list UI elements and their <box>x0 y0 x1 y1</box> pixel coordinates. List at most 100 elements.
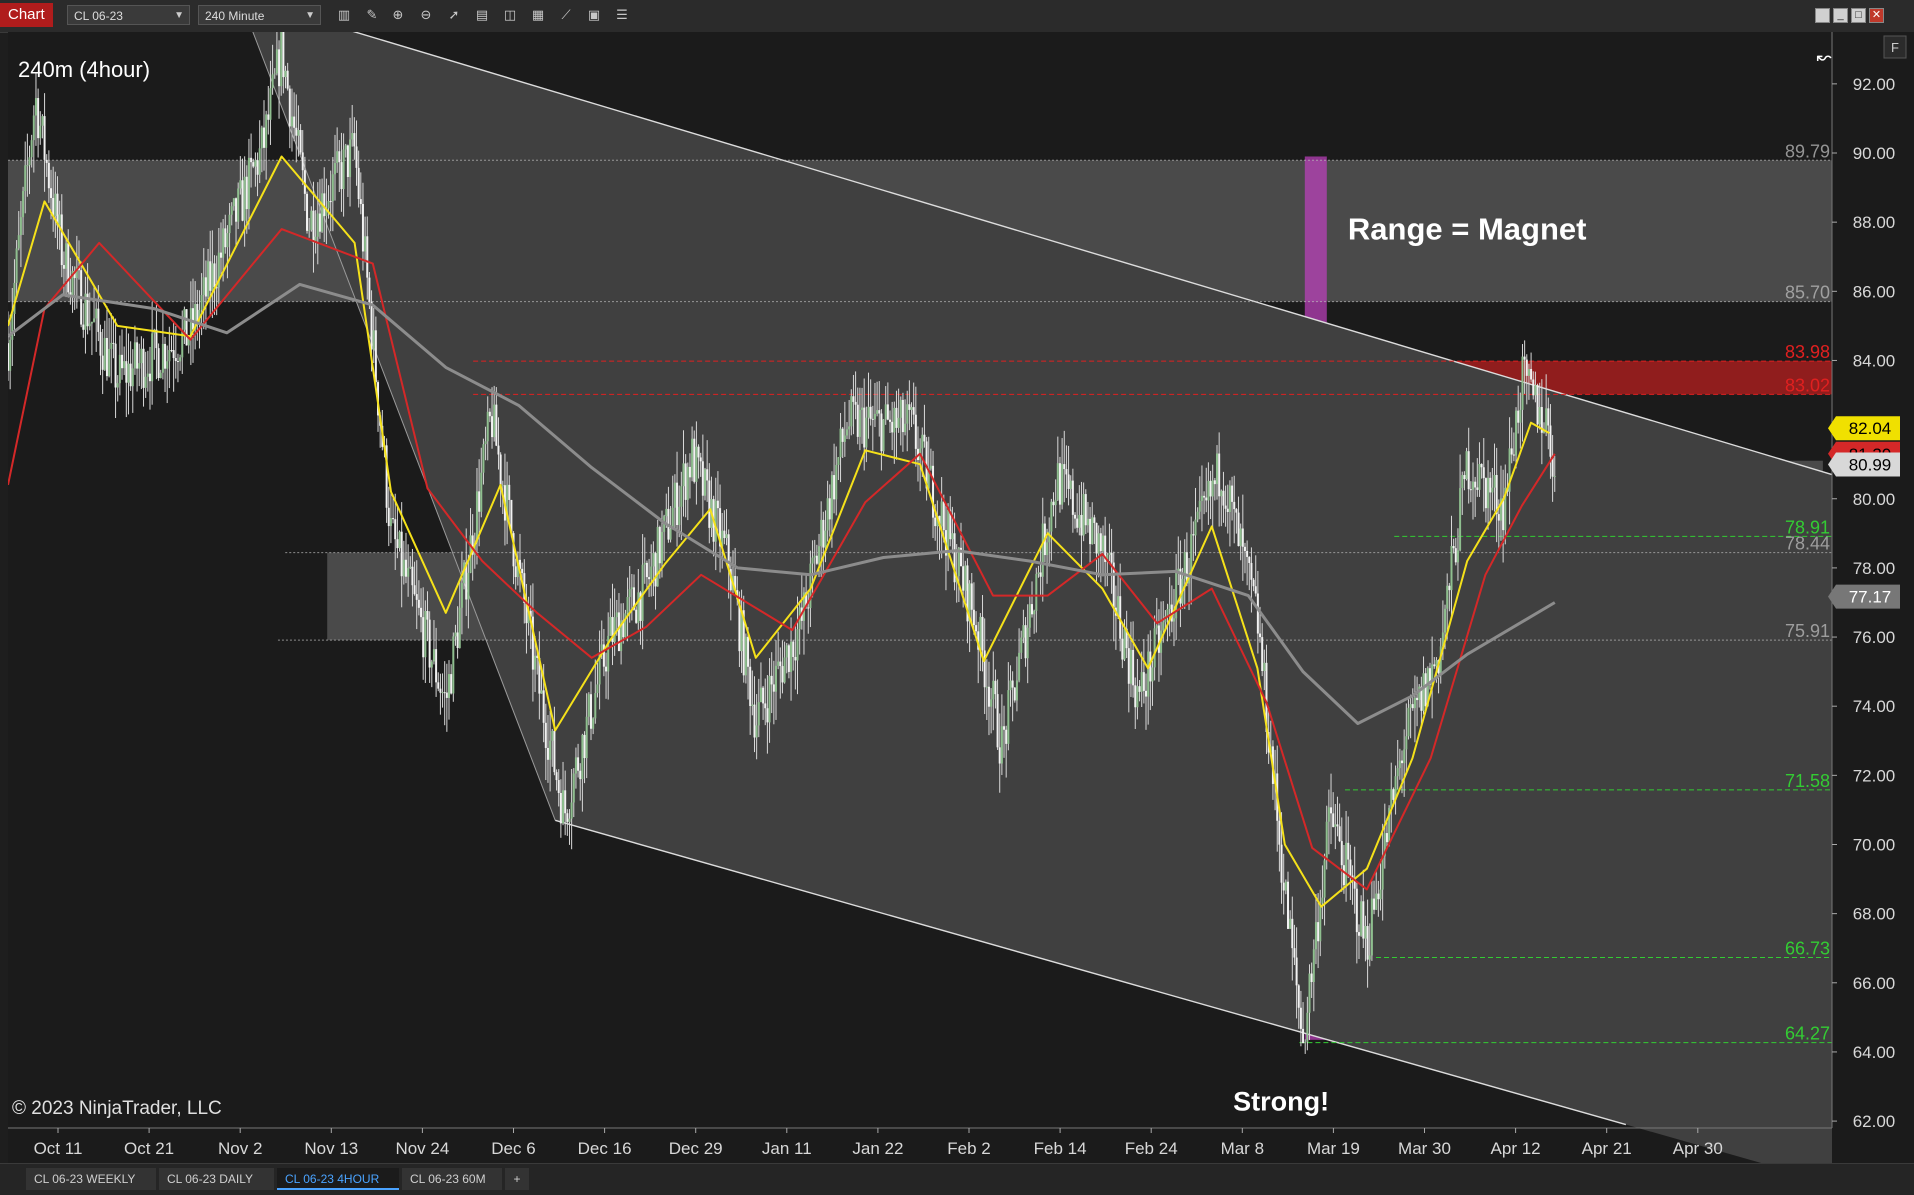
candle-up <box>424 611 427 658</box>
candle-up <box>1123 628 1126 660</box>
candle-down <box>262 127 265 148</box>
candle-up <box>168 350 171 362</box>
candle-up <box>1078 514 1081 528</box>
candle-up <box>30 140 33 158</box>
candle-up <box>131 368 134 387</box>
interval-selector[interactable]: 240 Minute ▼ <box>198 5 321 25</box>
candle-down <box>1484 478 1487 509</box>
candle-up <box>1069 480 1072 489</box>
candle-up <box>613 617 616 643</box>
candle-up <box>441 692 444 694</box>
candle-up <box>1461 475 1464 489</box>
candle-up <box>652 553 655 567</box>
window-maximize-icon[interactable]: □ <box>1851 8 1866 23</box>
candle-up <box>1368 955 1371 960</box>
window-minimize-icon[interactable]: _ <box>1833 8 1848 23</box>
tab-4hour[interactable]: CL 06-23 4HOUR <box>277 1168 399 1190</box>
candle-up <box>1028 604 1031 628</box>
back-arrow-icon[interactable]: ↜ <box>1816 47 1831 68</box>
candle-up <box>123 361 126 369</box>
candle-up <box>704 469 707 496</box>
candle-down <box>923 434 926 442</box>
data-box-icon[interactable]: ▤ <box>474 7 490 23</box>
x-tick-label: Nov 24 <box>395 1139 449 1158</box>
strategy-icon[interactable]: ▦ <box>530 7 546 23</box>
indicator-icon[interactable]: ⟋ <box>558 7 574 23</box>
candle-down <box>708 480 711 528</box>
candle-down <box>753 704 756 738</box>
candle-up <box>222 228 225 258</box>
candle-down <box>508 484 511 500</box>
candle-up <box>686 466 689 500</box>
candle-up <box>1015 680 1018 701</box>
candle-up <box>609 616 612 636</box>
candle-up <box>1491 487 1494 493</box>
candle-up <box>247 157 250 210</box>
zoom-out-icon[interactable]: ⊖ <box>418 7 434 23</box>
instrument-selector[interactable]: CL 06-23 ▼ <box>67 5 190 25</box>
candle-up <box>138 363 141 369</box>
candle-down <box>555 772 558 781</box>
candle-up <box>88 323 91 327</box>
tab-60m[interactable]: CL 06-23 60M <box>402 1168 502 1190</box>
pointer-icon[interactable]: ➚ <box>446 7 462 23</box>
candle-down <box>878 410 881 414</box>
candle-down <box>329 201 332 203</box>
candle-down <box>1299 1007 1302 1029</box>
tab-daily[interactable]: CL 06-23 DAILY <box>159 1168 274 1190</box>
candle-up <box>26 165 29 167</box>
candle-down <box>50 188 53 199</box>
candle-down <box>577 757 580 771</box>
candle-up <box>1534 385 1537 396</box>
candle-down <box>1080 514 1083 536</box>
candle-up <box>146 373 149 377</box>
candle-down <box>1278 820 1281 845</box>
candle-down <box>445 692 448 698</box>
price-chart[interactable]: 62.00 64.00 66.00 68.00 70.00 72.00 74.00 76.00… <box>8 32 1914 1163</box>
candle-up <box>501 485 504 487</box>
x-tick-label: Nov 2 <box>218 1139 262 1158</box>
candle-down <box>699 457 702 462</box>
tab-weekly[interactable]: CL 06-23 WEEKLY <box>26 1168 156 1190</box>
pencil-icon[interactable]: ✎ <box>364 7 380 23</box>
level-label: 85.70 <box>1785 283 1830 303</box>
candle-down <box>478 491 481 512</box>
x-tick-label: Dec 6 <box>491 1139 535 1158</box>
properties-icon[interactable]: ◫ <box>502 7 518 23</box>
chart-menu-button[interactable]: Chart <box>0 3 53 27</box>
window-close-icon[interactable]: ✕ <box>1869 8 1884 23</box>
candle-up <box>1046 542 1049 556</box>
candle-up <box>850 396 853 427</box>
candle-down <box>353 133 356 147</box>
candle-down <box>987 686 990 707</box>
add-tab-button[interactable]: + <box>505 1168 529 1190</box>
window-shade-icon[interactable] <box>1815 8 1830 23</box>
zoom-in-icon[interactable]: ⊕ <box>390 7 406 23</box>
list-icon[interactable]: ☰ <box>614 7 630 23</box>
candle-down <box>544 722 547 748</box>
candle-up <box>1519 409 1522 423</box>
candle-down <box>192 308 195 330</box>
candle-up <box>1022 625 1025 638</box>
properties-sheet-icon[interactable]: ▣ <box>586 7 602 23</box>
candle-down <box>1132 649 1135 686</box>
candle-up <box>280 32 283 87</box>
candle-down <box>1058 463 1061 505</box>
bars-icon[interactable]: ▥ <box>336 7 352 23</box>
annotation-range-magnet: Range = Magnet <box>1348 211 1587 246</box>
candle-up <box>1521 356 1524 410</box>
candle-down <box>62 265 65 269</box>
candle-down <box>1209 480 1212 497</box>
candle-up <box>549 740 552 760</box>
y-tick-label: 88.00 <box>1853 213 1896 232</box>
candle-down <box>235 198 238 222</box>
candle-up <box>669 528 672 540</box>
candle-down <box>404 559 407 577</box>
candle-down <box>684 463 687 500</box>
candle-up <box>430 661 433 668</box>
candle-up <box>568 818 571 822</box>
chart-tab-bar: CL 06-23 WEEKLY CL 06-23 DAILY CL 06-23 … <box>0 1163 1914 1195</box>
candle-down <box>1347 842 1350 860</box>
candle-up <box>297 129 300 136</box>
candle-down <box>1332 813 1335 827</box>
